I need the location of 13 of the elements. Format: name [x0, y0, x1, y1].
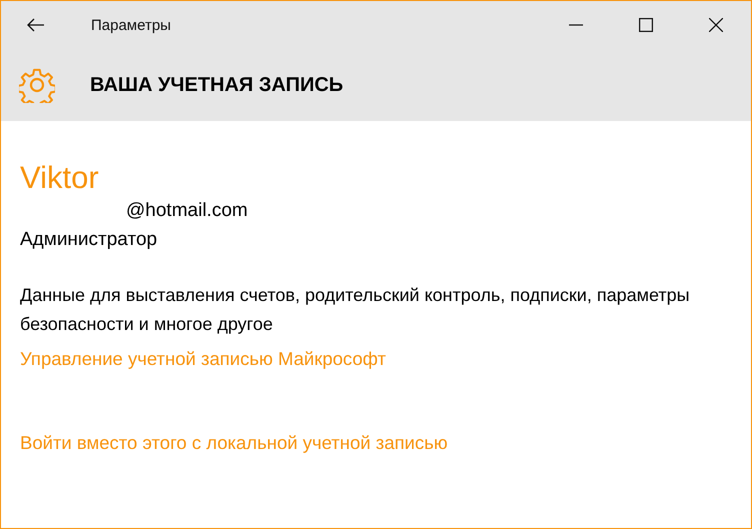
- back-arrow-icon: [27, 18, 45, 32]
- maximize-icon: [639, 18, 653, 32]
- page-heading: ВАША УЧЕТНАЯ ЗАПИСЬ: [90, 74, 344, 96]
- account-name: Viktor: [20, 159, 100, 197]
- account-link[interactable]: Войти вместо этого с локальной учетной записью: [20, 429, 448, 457]
- settings-icon: [19, 67, 55, 103]
- account-role: Администратор: [20, 228, 158, 252]
- account-email: @hotmail.com: [125, 199, 249, 223]
- minimize-icon: [569, 24, 583, 26]
- window-title: Параметры: [91, 16, 171, 34]
- account-link[interactable]: Управление учетной записью Майкрософт: [20, 345, 386, 373]
- close-icon: [709, 18, 723, 32]
- account-description: Данные для выставления счетов, родительский контроль, подписки, параметры безопасности и многое другое: [20, 284, 691, 336]
